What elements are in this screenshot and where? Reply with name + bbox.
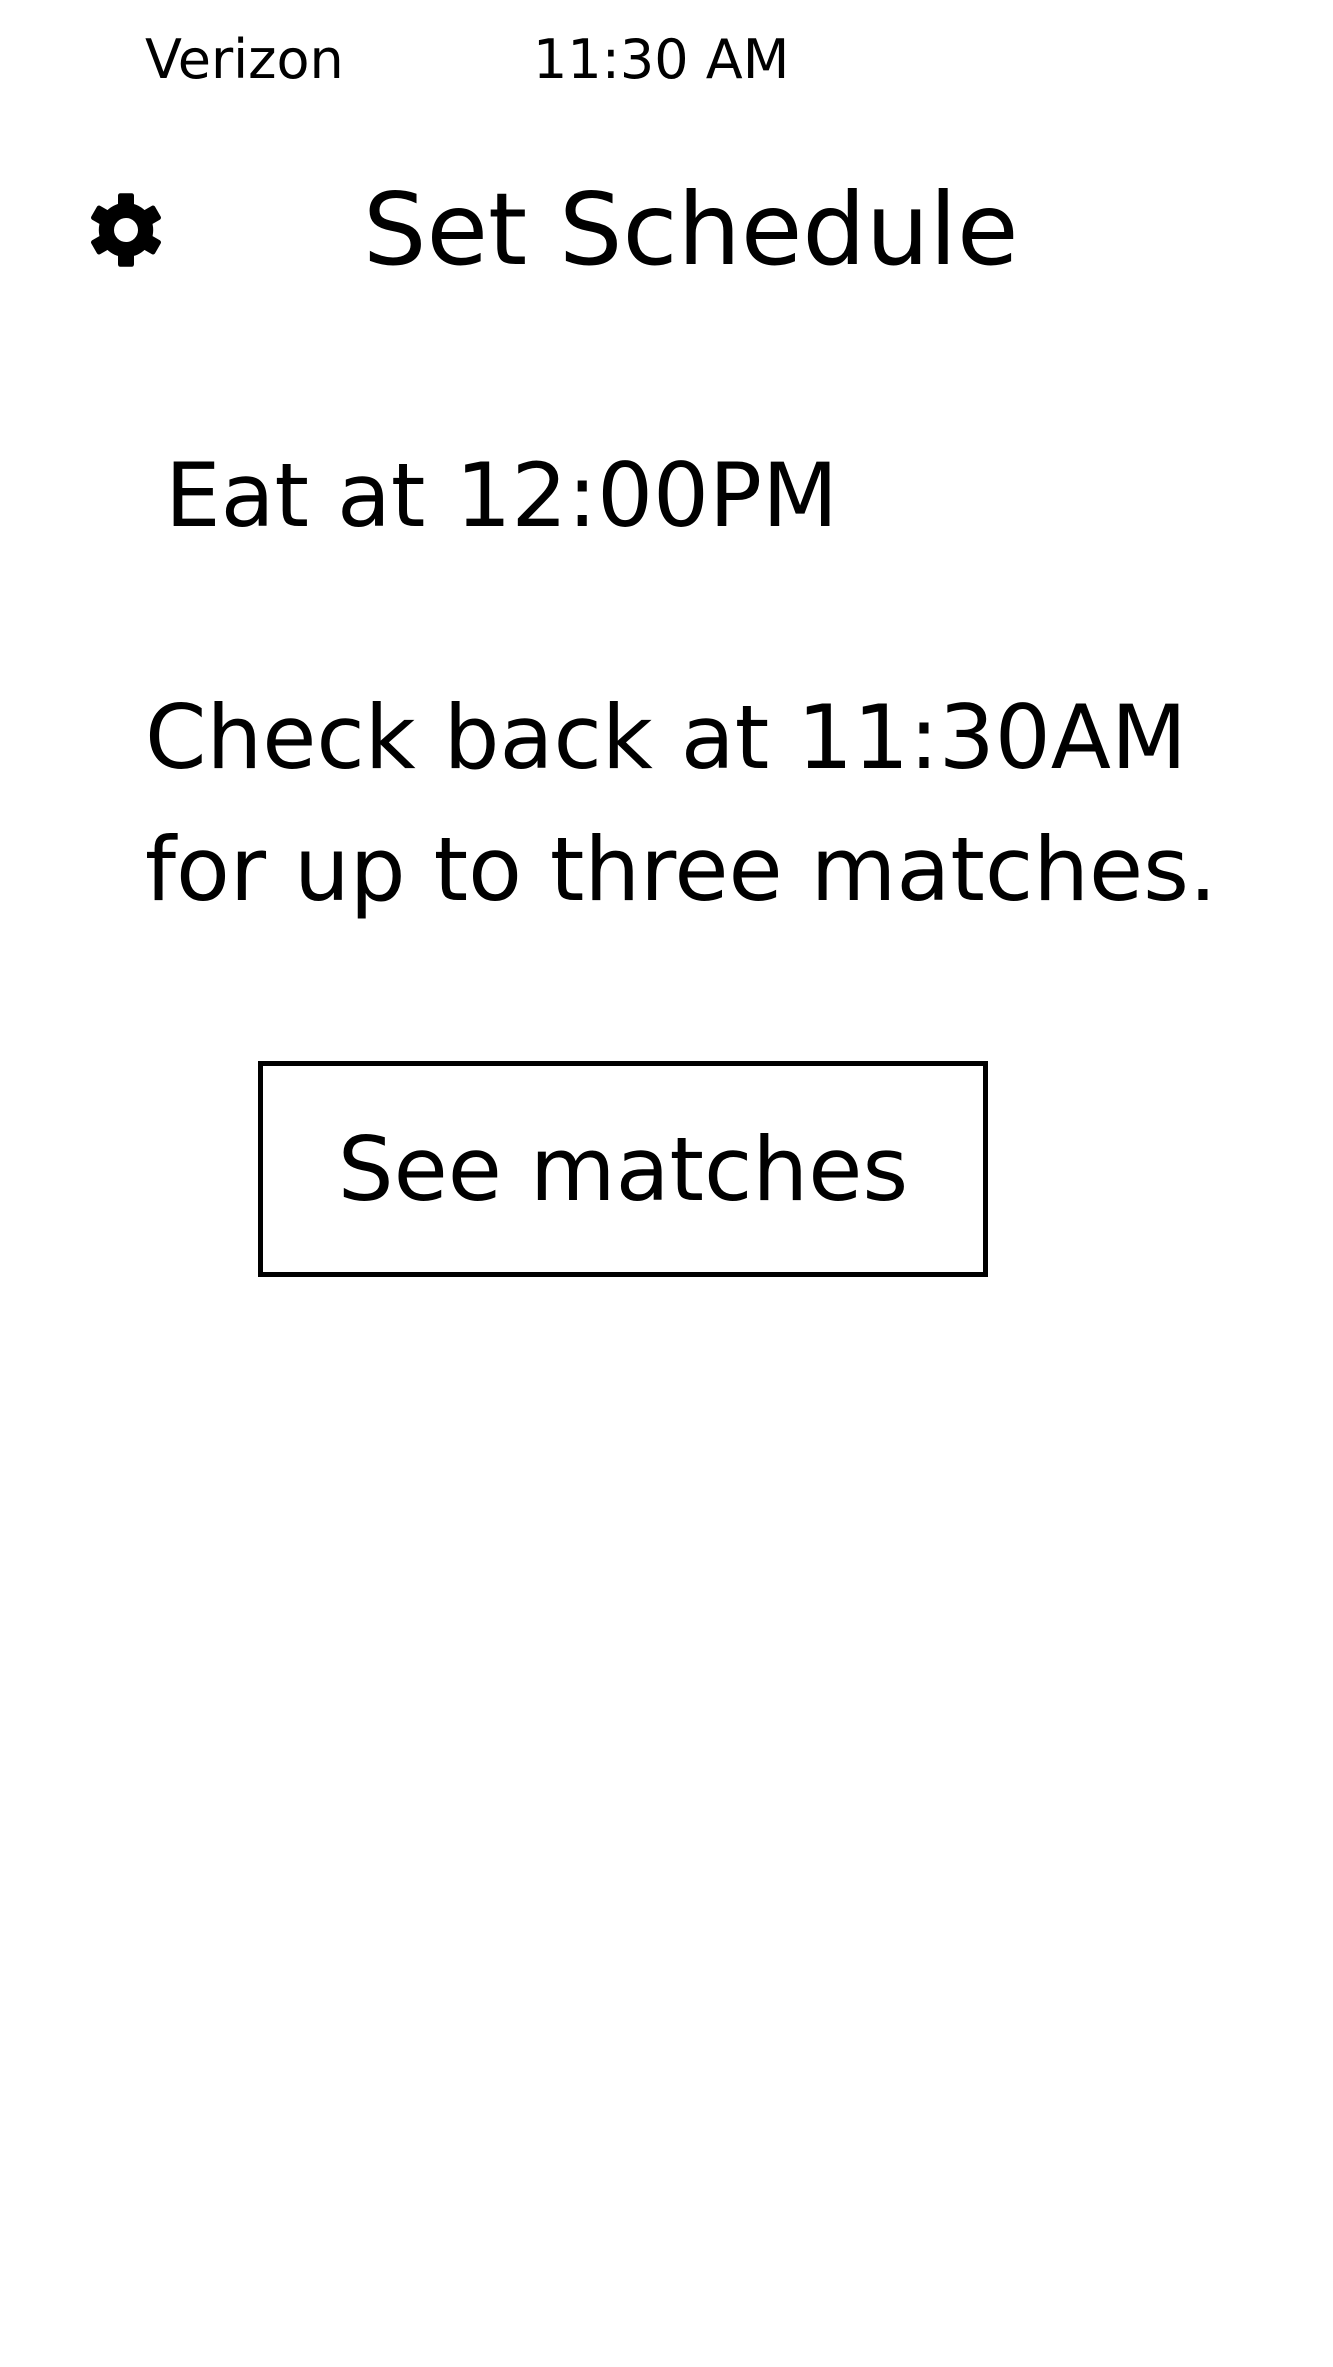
check-back-line-1: Check back at 11:30AM (145, 686, 1187, 789)
gear-icon[interactable] (86, 190, 166, 270)
eat-time-row: Eat at 12:00PM (165, 440, 838, 552)
check-back-line-2: for up to three matches. (145, 818, 1217, 921)
status-time: 11:30 AM (533, 28, 790, 91)
eat-label: Eat at (165, 444, 426, 547)
check-back-message: Check back at 11:30AM for up to three ma… (145, 672, 1217, 936)
page-title: Set Schedule (363, 171, 1019, 288)
see-matches-button[interactable]: See matches (258, 1061, 988, 1277)
eat-time-value[interactable]: 12:00PM (455, 444, 838, 547)
carrier-name: Verizon (145, 28, 344, 91)
